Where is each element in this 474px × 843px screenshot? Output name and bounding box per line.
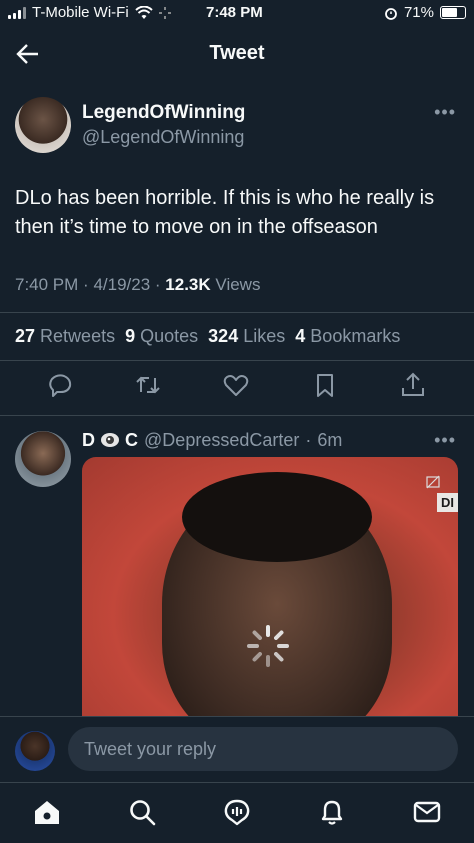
media-gif-icon xyxy=(426,475,440,489)
share-icon[interactable] xyxy=(398,370,428,400)
reply-avatar[interactable] xyxy=(15,431,71,487)
divider xyxy=(0,360,474,361)
home-icon[interactable] xyxy=(32,797,62,827)
views-label: Views xyxy=(215,275,261,294)
carrier-label: T-Mobile Wi-Fi xyxy=(32,4,129,21)
signal-icon xyxy=(8,6,26,19)
author-handle[interactable]: @LegendOfWinning xyxy=(82,127,244,148)
reply-age: 6m xyxy=(317,430,343,450)
my-avatar[interactable] xyxy=(15,731,55,771)
like-icon[interactable] xyxy=(221,370,251,400)
bookmark-icon[interactable] xyxy=(310,370,340,400)
reply-input[interactable] xyxy=(68,727,458,771)
reply-handle[interactable]: @DepressedCarter xyxy=(144,430,299,451)
tweet-meta: 7:40 PM · 4/19/23 · 12.3K Views xyxy=(15,275,261,294)
author-avatar[interactable] xyxy=(15,97,71,153)
battery-percent: 71% xyxy=(403,4,434,21)
loading-spinner-icon xyxy=(247,625,289,667)
tweet-time: 7:40 PM xyxy=(15,275,79,294)
eye-emoji-icon xyxy=(101,433,120,447)
notifications-icon[interactable] xyxy=(317,797,347,827)
stat-quotes[interactable]: 9 Quotes xyxy=(125,326,198,347)
reply-more-options-icon[interactable]: ••• xyxy=(434,430,456,451)
more-options-icon[interactable]: ••• xyxy=(434,102,456,123)
status-right: 71% xyxy=(384,4,466,21)
carrier-group: T-Mobile Wi-Fi xyxy=(8,4,171,21)
wifi-icon xyxy=(135,5,153,19)
reply-icon[interactable] xyxy=(45,370,75,400)
tab-bar xyxy=(0,782,474,843)
reply-display-name[interactable]: D C xyxy=(82,430,138,451)
views-count: 12.3K xyxy=(165,275,211,294)
search-icon[interactable] xyxy=(127,797,157,827)
divider xyxy=(0,312,474,313)
stat-bookmarks[interactable]: 4 Bookmarks xyxy=(295,326,400,347)
retweet-icon[interactable] xyxy=(133,370,163,400)
messages-icon[interactable] xyxy=(412,797,442,827)
reply-media[interactable]: DI xyxy=(82,457,458,719)
tweet-stats: 27 Retweets 9 Quotes 324 Likes 4 Bookmar… xyxy=(15,326,400,347)
status-bar: T-Mobile Wi-Fi 7:48 PM 71% xyxy=(0,0,474,28)
author-display-name[interactable]: LegendOfWinning xyxy=(82,102,245,124)
status-time: 7:48 PM xyxy=(206,4,263,21)
tweet-date: 4/19/23 xyxy=(93,275,151,294)
spaces-icon[interactable] xyxy=(222,797,252,827)
stat-likes[interactable]: 324 Likes xyxy=(208,326,285,347)
divider xyxy=(0,415,474,416)
media-hair xyxy=(182,472,372,562)
battery-icon xyxy=(440,6,466,19)
page-title: Tweet xyxy=(209,42,265,64)
media-tag: DI xyxy=(437,493,458,512)
reply-header: D C @DepressedCarter · 6m xyxy=(82,430,343,451)
tweet-actions xyxy=(0,370,474,406)
alarm-icon xyxy=(385,7,397,20)
tweet-text: DLo has been horrible. If this is who he… xyxy=(15,187,435,238)
loading-icon xyxy=(158,6,171,19)
stat-retweets[interactable]: 27 Retweets xyxy=(15,326,115,347)
